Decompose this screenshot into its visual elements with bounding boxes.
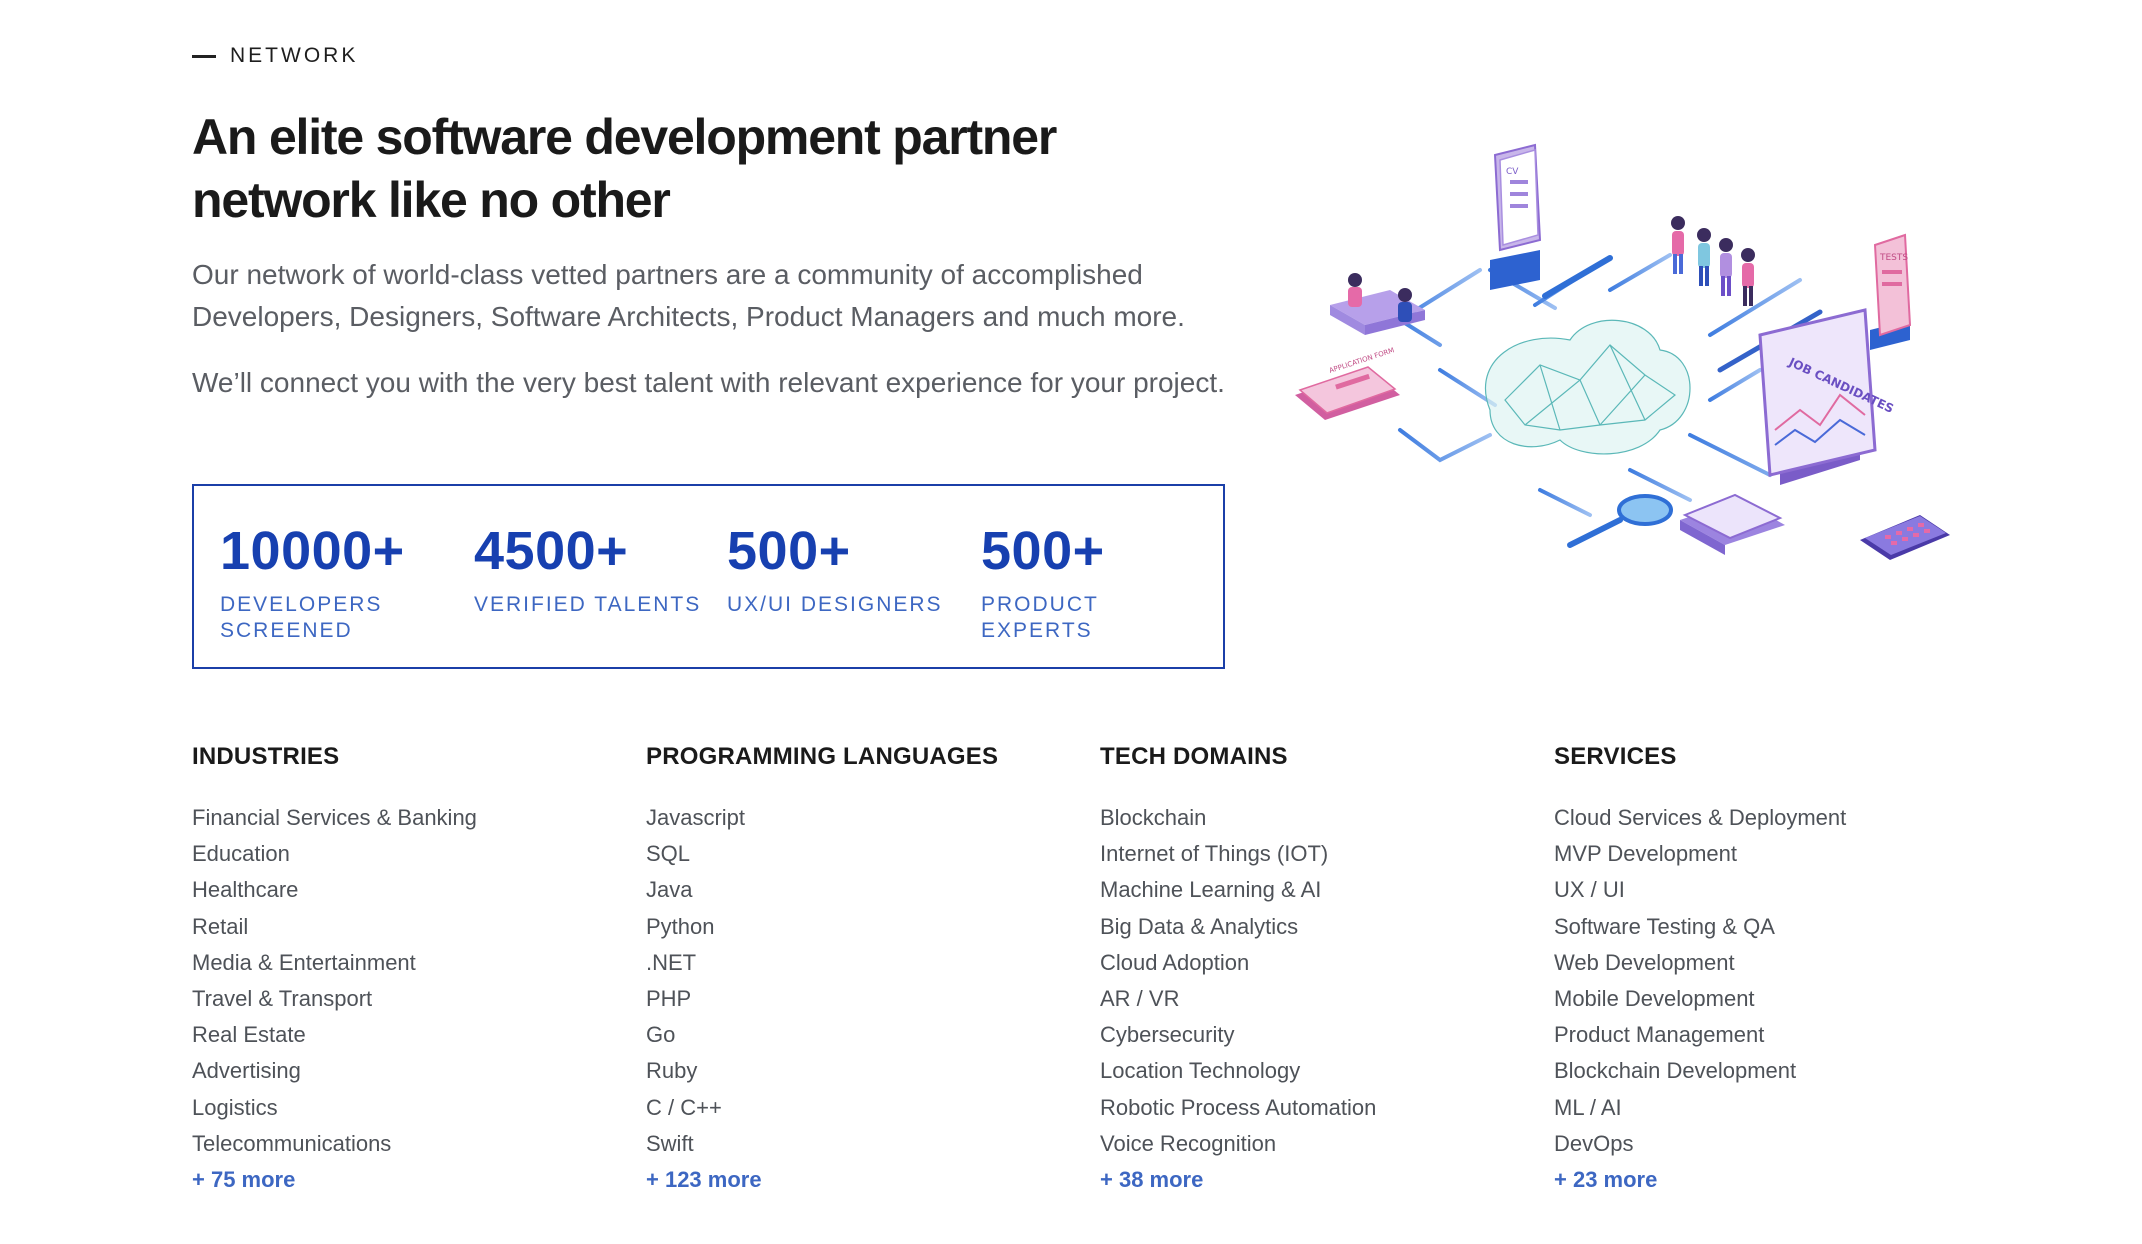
- list-item: Ruby: [646, 1058, 698, 1084]
- list-item: Swift: [646, 1130, 694, 1156]
- list-item: Internet of Things (IOT): [1100, 841, 1329, 867]
- list-item: Go: [646, 1022, 676, 1048]
- list-item: SQL: [646, 841, 691, 867]
- stat-label: VERIFIED TALENTS: [474, 593, 702, 616]
- category-industries: INDUSTRIES Financial Services & Banking …: [192, 742, 612, 1198]
- stat-value: 500+: [727, 521, 851, 581]
- stat-talents: 4500+ VERIFIED TALENTS: [474, 522, 704, 618]
- stat-label: UX/UI DESIGNERS: [727, 593, 943, 616]
- list-item: Big Data & Analytics: [1100, 913, 1299, 939]
- list-item: Machine Learning & AI: [1100, 877, 1322, 903]
- category-tech-domains: TECH DOMAINS Blockchain Internet of Thin…: [1100, 742, 1520, 1198]
- list-item: Python: [646, 913, 715, 939]
- stat-value: 10000+: [220, 521, 405, 581]
- stat-product-experts: 500+ PRODUCT EXPERTS: [981, 522, 1181, 644]
- more-tech-domains-link[interactable]: + 38 more: [1100, 1162, 1520, 1198]
- ai-brain-icon: [1484, 319, 1691, 455]
- tests-label: TESTS: [1879, 253, 1908, 263]
- list-item: Healthcare: [192, 877, 299, 903]
- tests-document-icon: TESTS: [1870, 233, 1912, 350]
- list-item: Advertising: [192, 1058, 301, 1084]
- list-item: Cloud Adoption: [1100, 949, 1250, 975]
- team-people-icon: [1671, 216, 1755, 306]
- category-list: Blockchain Internet of Things (IOT) Mach…: [1100, 800, 1520, 1198]
- more-services-link[interactable]: + 23 more: [1554, 1162, 1974, 1198]
- connect-paragraph: We’ll connect you with the very best tal…: [192, 367, 1225, 398]
- list-item: Voice Recognition: [1100, 1130, 1277, 1156]
- category-title: INDUSTRIES: [192, 743, 340, 770]
- category-list: Financial Services & Banking Education H…: [192, 800, 612, 1198]
- page-title: An elite software development partner ne…: [192, 109, 1057, 228]
- list-item: Financial Services & Banking: [192, 805, 477, 830]
- cv-label: CV: [1506, 167, 1519, 177]
- magnifier-icon: [1567, 494, 1673, 548]
- category-title: PROGRAMMING LANGUAGES: [646, 743, 999, 770]
- list-item: Real Estate: [192, 1022, 306, 1048]
- list-item: Retail: [192, 913, 249, 939]
- list-item: Javascript: [646, 805, 746, 830]
- list-item: DevOps: [1554, 1130, 1634, 1156]
- list-item: Software Testing & QA: [1554, 913, 1775, 939]
- more-languages-link[interactable]: + 123 more: [646, 1162, 1066, 1198]
- list-item: Travel & Transport: [192, 986, 373, 1012]
- list-item: Blockchain Development: [1554, 1058, 1797, 1084]
- list-item: C / C++: [646, 1094, 722, 1120]
- list-item: Media & Entertainment: [192, 949, 416, 975]
- list-item: UX / UI: [1554, 877, 1625, 903]
- list-item: Cybersecurity: [1100, 1022, 1235, 1048]
- list-item: Logistics: [192, 1094, 278, 1120]
- list-item: Mobile Development: [1554, 986, 1755, 1012]
- section-eyebrow: NETWORK: [192, 44, 358, 68]
- list-item: Product Management: [1554, 1022, 1765, 1048]
- stat-label: DEVELOPERS SCREENED: [220, 593, 383, 642]
- stat-label: PRODUCT EXPERTS: [981, 593, 1099, 642]
- list-item: ML / AI: [1554, 1094, 1622, 1120]
- category-title: TECH DOMAINS: [1100, 743, 1288, 770]
- more-industries-link[interactable]: + 75 more: [192, 1162, 612, 1198]
- category-title: SERVICES: [1554, 743, 1677, 770]
- stat-designers: 500+ UX/UI DESIGNERS: [727, 522, 957, 618]
- category-list: Javascript SQL Java Python .NET PHP Go R…: [646, 800, 1066, 1198]
- list-item: Java: [646, 877, 693, 903]
- list-item: Web Development: [1554, 949, 1735, 975]
- stat-value: 4500+: [474, 521, 629, 581]
- list-item: Cloud Services & Deployment: [1554, 805, 1847, 830]
- calculator-icon: [1860, 515, 1950, 560]
- network-illustration: CV TESTS APPLICATION FORM JOB CANDIDATES: [1295, 143, 1950, 560]
- category-programming-languages: PROGRAMMING LANGUAGES Javascript SQL Jav…: [646, 742, 1066, 1198]
- application-form-icon: APPLICATION FORM: [1295, 346, 1400, 420]
- stat-value: 500+: [981, 521, 1105, 581]
- list-item: PHP: [646, 986, 692, 1012]
- category-list: Cloud Services & Deployment MVP Developm…: [1554, 800, 1974, 1198]
- list-item: .NET: [646, 949, 697, 975]
- intro-paragraph: Our network of world-class vetted partne…: [192, 259, 1185, 332]
- calendar-icon: [1680, 493, 1785, 555]
- stats-box: 10000+ DEVELOPERS SCREENED 4500+ VERIFIE…: [192, 484, 1225, 669]
- eyebrow-dash: [192, 54, 216, 58]
- list-item: Location Technology: [1100, 1058, 1301, 1084]
- eyebrow-label: NETWORK: [230, 44, 359, 67]
- cv-document-icon: CV: [1490, 143, 1542, 290]
- list-item: Education: [192, 841, 290, 867]
- list-item: Telecommunications: [192, 1130, 392, 1156]
- list-item: Blockchain: [1100, 805, 1207, 830]
- list-item: Robotic Process Automation: [1100, 1094, 1377, 1120]
- list-item: AR / VR: [1100, 986, 1180, 1012]
- list-item: MVP Development: [1554, 841, 1738, 867]
- stat-developers: 10000+ DEVELOPERS SCREENED: [220, 522, 440, 644]
- category-services: SERVICES Cloud Services & Deployment MVP…: [1554, 742, 1974, 1198]
